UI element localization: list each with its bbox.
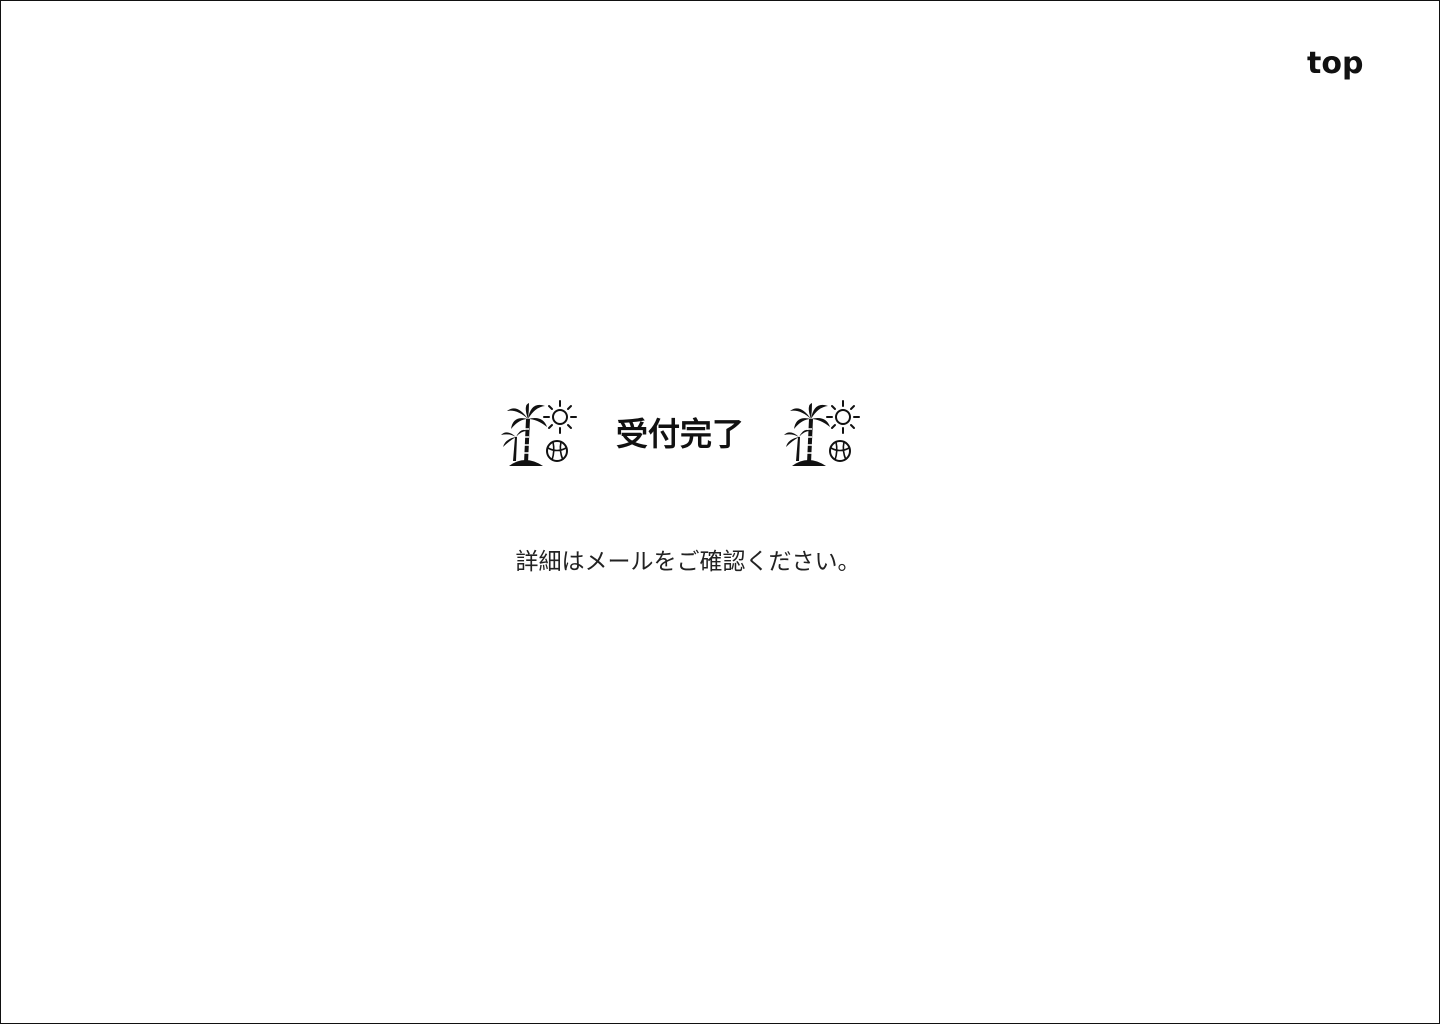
page-title: 受付完了 [615, 415, 744, 453]
palm-beach-icon [784, 400, 860, 466]
top-link[interactable]: top [1307, 45, 1363, 83]
palm-beach-icon [501, 400, 577, 466]
page-frame: top 受付完了 詳細はメールをご確認ください。 [0, 0, 1440, 1024]
confirmation-message: 詳細はメールをご確認ください。 [515, 549, 861, 575]
